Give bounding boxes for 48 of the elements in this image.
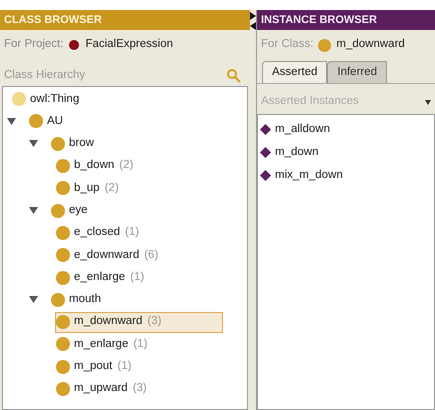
class-circle-icon xyxy=(56,159,70,174)
class-circle-icon xyxy=(56,248,70,262)
panel-header: INSTANCE BROWSER xyxy=(257,10,435,30)
tree-item[interactable]: b_down (2) xyxy=(55,156,138,177)
tree-item[interactable]: owl:Thing xyxy=(11,88,84,110)
class-circle-icon xyxy=(56,382,70,396)
tree-item[interactable]: e_enlarge (1) xyxy=(55,267,150,288)
tree-item[interactable]: b_up (2) xyxy=(55,178,124,199)
tree-item[interactable]: m_downward (3) xyxy=(55,312,223,333)
panel-header: CLASS BROWSER xyxy=(0,10,250,30)
class-circle-icon xyxy=(56,226,70,240)
tree-item[interactable]: eye xyxy=(50,200,93,222)
class-circle-icon xyxy=(56,315,70,330)
instance-item[interactable]: m_down xyxy=(258,141,434,164)
diamond-icon xyxy=(260,124,271,135)
dropdown-arrow-icon[interactable] xyxy=(425,100,431,104)
project-icon xyxy=(69,40,80,50)
class-circle-icon xyxy=(56,181,70,196)
tree-item[interactable]: mouth xyxy=(50,289,106,310)
instance-item[interactable]: mix_m_down xyxy=(258,164,434,187)
class-circle-icon xyxy=(29,114,43,128)
instance-item[interactable]: m_alldown xyxy=(258,118,434,141)
tab[interactable]: Asserted xyxy=(262,61,328,83)
class-circle-icon xyxy=(318,38,332,52)
tree-item[interactable]: e_closed (1) xyxy=(55,222,144,244)
expanded-arrow-icon[interactable] xyxy=(7,116,16,126)
tree-item[interactable]: brow xyxy=(50,133,99,154)
diamond-icon xyxy=(260,170,271,181)
class-circle-icon xyxy=(51,136,65,151)
class-circle-icon xyxy=(56,360,70,374)
tree-item[interactable]: m_upward (3) xyxy=(55,378,152,400)
class-circle-icon xyxy=(12,92,26,106)
tree-item[interactable]: m_pout (1) xyxy=(55,356,136,378)
diamond-icon xyxy=(260,147,271,158)
class-browser-panel: CLASS BROWSER For Project: FacialExpression Class Hierarchy owl:Thing AU brow b_down (2) b_up (2) eye e_closed (1) e_downward (6) e_enlarge (1) mouth m_downward (3) m_enlarge (1) m_pout (1) m_upward (3) xyxy=(0,10,250,410)
tree-item[interactable]: m_enlarge (1) xyxy=(55,334,152,355)
instance-browser-panel: INSTANCE BROWSER For Class: m_downward Asserted Inferred Asserted Instances m_alldown m_down mix_m_down xyxy=(256,10,435,410)
expanded-arrow-icon[interactable] xyxy=(29,139,38,148)
class-circle-icon xyxy=(56,337,70,352)
expanded-arrow-icon[interactable] xyxy=(29,206,38,216)
tree-item[interactable]: e_downward (6) xyxy=(55,244,164,266)
expanded-arrow-icon[interactable] xyxy=(29,295,38,304)
class-circle-icon xyxy=(51,292,65,307)
tab[interactable]: Inferred xyxy=(327,61,388,83)
tree-item[interactable]: AU xyxy=(28,110,68,132)
class-circle-icon xyxy=(51,204,65,218)
splitter-arrows-icon[interactable] xyxy=(250,12,256,30)
class-circle-icon xyxy=(56,270,70,285)
